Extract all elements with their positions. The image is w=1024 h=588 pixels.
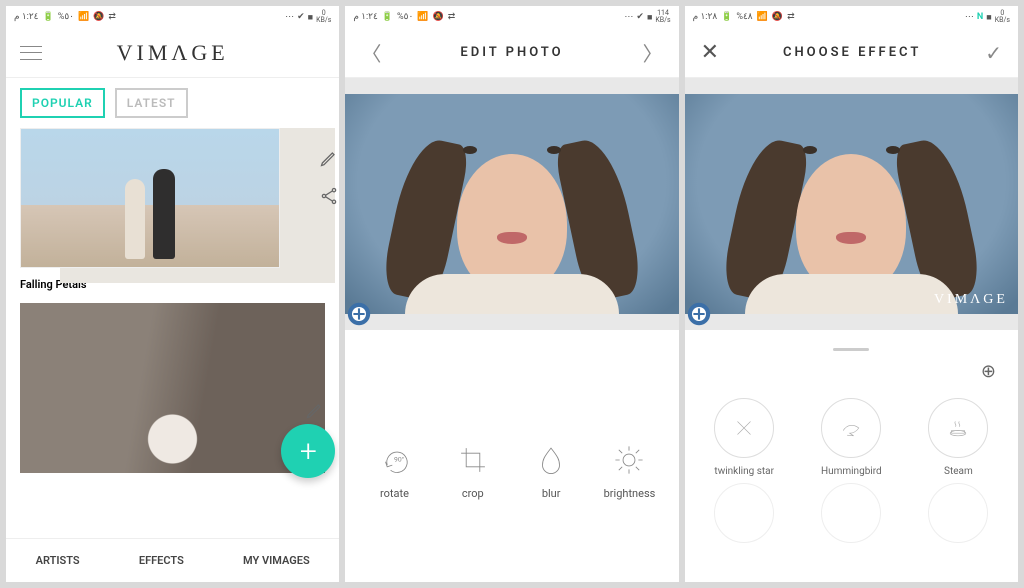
clock: ١:٢٤ م bbox=[353, 12, 378, 22]
watermark-badge bbox=[345, 300, 373, 332]
effects-list: twinkling star Hummingbird Steam bbox=[685, 388, 1018, 477]
share-icon[interactable] bbox=[319, 186, 339, 206]
tab-popular[interactable]: POPULAR bbox=[20, 88, 105, 118]
photo[interactable]: VIMΛGE bbox=[685, 94, 1018, 314]
svg-text:90°: 90° bbox=[394, 455, 405, 463]
app-logo: VIMΛGE bbox=[42, 40, 303, 66]
screen-edit: ١:٢٤ م 🔋 %٥٠ 📶🔕⇄ ⋯✔■ 114KB/s 〈 EDIT PHOT… bbox=[345, 6, 678, 582]
status-bar: ١:٢٤ م 🔋 %٥٠ 📶🔕⇄ ⋯✔■ 0KB/s bbox=[6, 6, 339, 28]
status-bar: ١:٢٨ م 🔋 %٤٨ 📶🔕⇄ ⋯N■ 0KB/s bbox=[685, 6, 1018, 28]
edit-tools: 90° rotate crop blur brightness bbox=[345, 330, 678, 582]
tool-brightness[interactable]: brightness bbox=[599, 443, 659, 500]
battery-pct: %٥٠ bbox=[58, 12, 74, 22]
clock: ١:٢٤ م bbox=[14, 12, 39, 22]
watermark: VIMΛGE bbox=[934, 292, 1008, 308]
card-image bbox=[20, 128, 280, 268]
screen-choose-effect: ١:٢٨ م 🔋 %٤٨ 📶🔕⇄ ⋯N■ 0KB/s ✕ CHOOSE EFFE… bbox=[685, 6, 1018, 582]
nav-my-vimages[interactable]: MY VIMAGES bbox=[237, 546, 316, 575]
drag-handle[interactable] bbox=[833, 348, 869, 351]
edit-icon[interactable] bbox=[305, 400, 325, 420]
effect-twinkling-star[interactable]: twinkling star bbox=[699, 398, 789, 477]
top-bar: 〈 EDIT PHOTO 〉 bbox=[345, 28, 678, 78]
feed-card[interactable] bbox=[20, 303, 325, 473]
tool-crop[interactable]: crop bbox=[443, 443, 503, 500]
close-icon[interactable]: ✕ bbox=[701, 40, 719, 65]
effects-list-row2 bbox=[685, 477, 1018, 549]
effect-item[interactable] bbox=[714, 483, 774, 543]
watermark-badge bbox=[685, 300, 713, 332]
battery-pct: %٤٨ bbox=[736, 12, 752, 22]
photo[interactable] bbox=[345, 94, 678, 314]
tool-blur[interactable]: blur bbox=[521, 443, 581, 500]
back-icon[interactable]: 〈 bbox=[361, 38, 381, 67]
add-button[interactable] bbox=[281, 424, 335, 478]
clock: ١:٢٨ م bbox=[693, 12, 718, 22]
nav-artists[interactable]: ARTISTS bbox=[30, 546, 86, 575]
edit-icon[interactable] bbox=[319, 148, 339, 168]
category-tabs: POPULAR LATEST bbox=[6, 78, 339, 128]
top-bar: ✕ CHOOSE EFFECT ✓ bbox=[685, 28, 1018, 78]
status-bar: ١:٢٤ م 🔋 %٥٠ 📶🔕⇄ ⋯✔■ 114KB/s bbox=[345, 6, 678, 28]
effect-item[interactable] bbox=[821, 483, 881, 543]
battery-pct: %٥٠ bbox=[397, 12, 413, 22]
photo-preview bbox=[345, 78, 678, 330]
effect-item[interactable] bbox=[928, 483, 988, 543]
sheet: ⊕ twinkling star Hummingbird Steam bbox=[685, 330, 1018, 549]
top-bar: VIMΛGE bbox=[6, 28, 339, 78]
forward-icon[interactable]: 〉 bbox=[643, 38, 663, 67]
tab-latest[interactable]: LATEST bbox=[115, 88, 188, 118]
effect-steam[interactable]: Steam bbox=[913, 398, 1003, 477]
add-effect-icon[interactable]: ⊕ bbox=[685, 357, 1018, 388]
bottom-nav: ARTISTS EFFECTS MY VIMAGES bbox=[6, 538, 339, 582]
nav-effects[interactable]: EFFECTS bbox=[133, 546, 190, 575]
photo-preview: VIMΛGE bbox=[685, 78, 1018, 330]
page-title: EDIT PHOTO bbox=[460, 45, 563, 60]
screen-home: ١:٢٤ م 🔋 %٥٠ 📶🔕⇄ ⋯✔■ 0KB/s VIMΛGE POPULA… bbox=[6, 6, 339, 582]
tool-rotate[interactable]: 90° rotate bbox=[364, 443, 424, 500]
page-title: CHOOSE EFFECT bbox=[783, 45, 921, 60]
feed-card[interactable] bbox=[20, 128, 325, 268]
effect-hummingbird[interactable]: Hummingbird bbox=[806, 398, 896, 477]
confirm-icon[interactable]: ✓ bbox=[985, 41, 1002, 65]
menu-icon[interactable] bbox=[20, 46, 42, 60]
feed: Falling Petals bbox=[6, 128, 339, 538]
